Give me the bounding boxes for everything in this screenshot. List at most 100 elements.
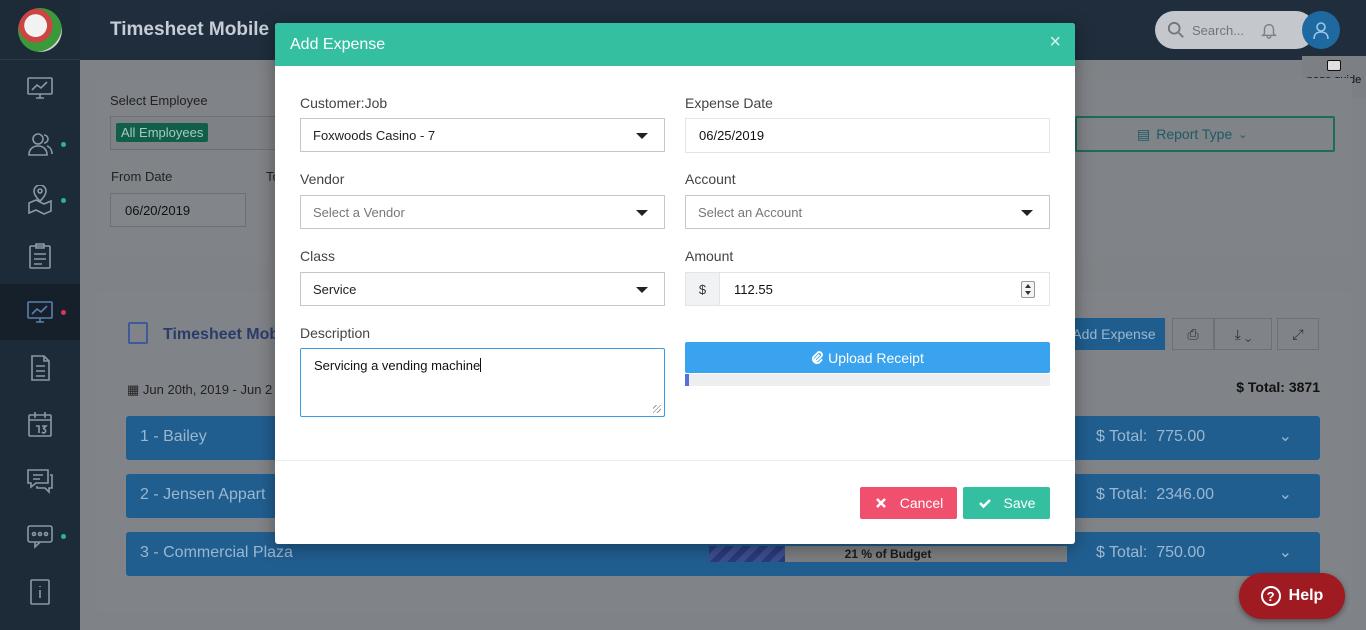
customer-job-value: Foxwoods Casino - 7 <box>313 128 436 143</box>
status-dot <box>61 198 66 203</box>
monitor-icon <box>1327 60 1341 71</box>
job-name: 2 - Jensen Appart <box>140 486 266 503</box>
currency-prefix: $ <box>686 273 720 305</box>
save-label: Save <box>1003 495 1036 511</box>
speech-bubble-icon <box>27 525 53 549</box>
modal-divider <box>275 460 1075 461</box>
printer-icon: ⎙ <box>1187 325 1199 342</box>
job-total: $ Total: 2346.00 <box>1096 486 1215 503</box>
upload-progress-bar <box>685 374 1050 386</box>
user-menu-button[interactable] <box>1302 11 1340 49</box>
report-type-button[interactable]: ▤ Report Type ⌄ <box>1075 116 1335 152</box>
customer-job-select[interactable]: Foxwoods Casino - 7 <box>300 118 665 152</box>
resize-handle[interactable] <box>653 405 661 413</box>
chevron-down-icon: ⌄ <box>1278 428 1292 445</box>
save-button[interactable]: Save <box>963 487 1050 519</box>
document-icon: ▤ <box>1137 125 1151 142</box>
search-icon <box>1167 21 1184 38</box>
chevron-down-icon: ⌄ <box>1278 486 1292 503</box>
caret-down-icon <box>636 133 648 139</box>
help-button[interactable]: ? Help <box>1239 573 1345 619</box>
map-pin-icon <box>28 185 52 215</box>
monitor-chart-icon <box>27 77 53 99</box>
sidebar-item-employees[interactable] <box>0 116 80 172</box>
sidebar-item-map[interactable] <box>0 172 80 228</box>
job-name: 3 - Commercial Plaza <box>140 544 293 561</box>
close-icon <box>875 498 886 508</box>
calendar-icon <box>28 412 52 437</box>
account-select[interactable]: Select an Account <box>685 195 1050 229</box>
status-dot <box>61 534 66 539</box>
description-textarea[interactable]: Servicing a vending machine <box>300 348 665 417</box>
expand-icon: ⤢ <box>1292 325 1304 342</box>
chat-icon <box>27 469 53 494</box>
download-button[interactable]: ⤓ ⌄ <box>1214 318 1272 350</box>
from-date-input[interactable]: 06/20/2019 <box>110 193 246 227</box>
sidebar-item-chat[interactable] <box>0 508 80 564</box>
app-title: Timesheet Mobile <box>110 19 270 40</box>
description-label: Description <box>300 325 371 341</box>
grand-total: $ Total: 3871 <box>1236 379 1320 395</box>
vendor-label: Vendor <box>300 171 345 187</box>
select-employee-label: Select Employee <box>110 93 208 108</box>
document-icon <box>31 355 50 381</box>
sidebar-item-timesheet[interactable] <box>0 228 80 284</box>
class-label: Class <box>300 248 336 264</box>
sidebar-item-messages[interactable] <box>0 452 80 508</box>
expense-date-label: Expense Date <box>685 95 773 111</box>
account-placeholder: Select an Account <box>698 205 803 220</box>
expense-date-input[interactable]: 06/25/2019 <box>685 118 1050 153</box>
caret-down-icon <box>636 210 648 216</box>
amount-label: Amount <box>685 248 734 264</box>
chevron-down-icon: ⌄ <box>1238 128 1248 141</box>
bell-icon <box>1260 23 1278 39</box>
modal-title: Add Expense <box>290 36 386 53</box>
chevron-down-icon: ⌄ <box>1278 544 1292 561</box>
card-title: Timesheet Mob <box>163 326 280 343</box>
description-value: Servicing a vending machine <box>314 358 481 373</box>
help-label: Help <box>1288 587 1324 604</box>
vendor-placeholder: Select a Vendor <box>313 205 405 220</box>
close-icon[interactable]: × <box>1049 32 1061 52</box>
sidebar-item-dashboard[interactable] <box>0 60 80 116</box>
from-date-label: From Date <box>111 169 173 184</box>
status-dot <box>61 142 66 147</box>
upload-receipt-label: Upload Receipt <box>828 349 924 366</box>
employee-select[interactable]: All Employees <box>110 116 290 150</box>
cancel-button[interactable]: Cancel <box>860 487 957 519</box>
sidebar-item-documents[interactable] <box>0 340 80 396</box>
upload-receipt-button[interactable]: Upload Receipt <box>685 342 1050 373</box>
caret-down-icon <box>636 287 648 293</box>
cancel-label: Cancel <box>899 495 944 511</box>
date-range: ▦ Jun 20th, 2019 - Jun 2 <box>127 382 272 398</box>
clipboard-icon <box>128 322 148 344</box>
users-icon <box>28 133 53 156</box>
notifications-button[interactable] <box>1250 11 1288 49</box>
account-label: Account <box>685 171 736 187</box>
vendor-select[interactable]: Select a Vendor <box>300 195 665 229</box>
budget-progress-bar: 21 % of Budget <box>709 546 1067 562</box>
sidebar-item-reports[interactable] <box>0 284 80 340</box>
sidebar-item-info[interactable] <box>0 564 80 620</box>
checkmark-icon <box>978 499 991 509</box>
employee-chip[interactable]: All Employees <box>116 123 209 142</box>
class-select[interactable]: Service <box>300 272 665 306</box>
expand-button[interactable]: ⤢ <box>1277 318 1319 350</box>
job-total: $ Total: 775.00 <box>1096 428 1206 445</box>
add-expense-button[interactable]: Add Expense <box>1063 318 1165 350</box>
number-spinner[interactable] <box>1021 281 1035 298</box>
info-book-icon <box>30 579 50 605</box>
app-logo[interactable] <box>0 0 80 60</box>
print-button[interactable]: ⎙ <box>1172 318 1214 350</box>
question-icon: ? <box>1260 586 1281 606</box>
search-input[interactable]: Search... <box>1155 11 1315 49</box>
amount-input[interactable]: $ 112.55 <box>685 272 1050 306</box>
upload-progress-fill <box>685 374 689 386</box>
user-icon <box>1313 22 1329 40</box>
date-range-text: Jun 20th, 2019 - Jun 2 <box>142 382 273 397</box>
sidebar-item-calendar[interactable] <box>0 396 80 452</box>
budget-progress-text: 21 % of Budget <box>844 547 932 561</box>
job-total: $ Total: 750.00 <box>1096 544 1206 561</box>
job-name: 1 - Bailey <box>140 428 207 445</box>
status-dot <box>61 310 66 315</box>
